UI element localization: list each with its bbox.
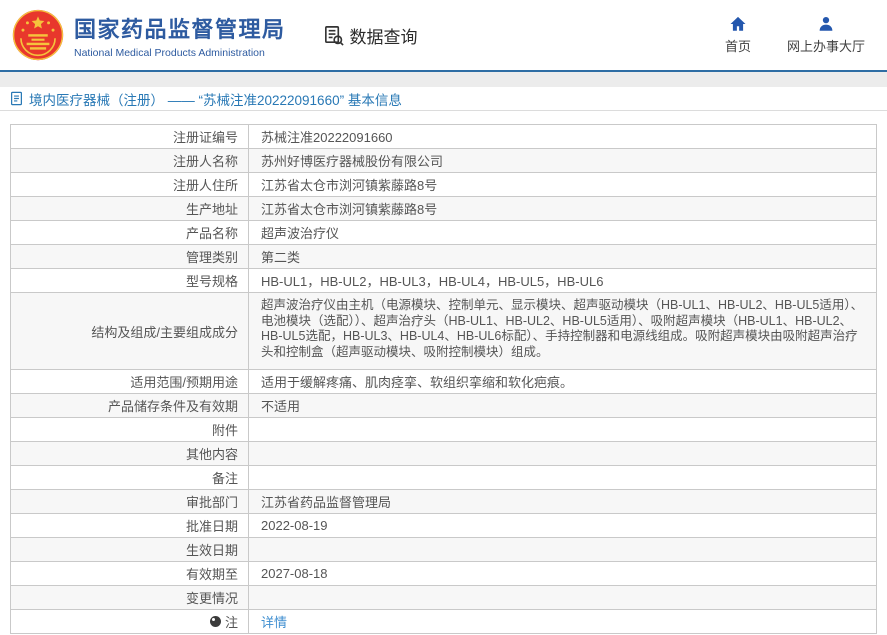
row-value: 江苏省药品监督管理局 [261,495,392,510]
table-row-management-class: 管理类别 第二类 [11,245,876,269]
table-row-composition: 结构及组成/主要组成成分 超声波治疗仪由主机（电源模块、控制单元、显示模块、超声… [11,293,876,370]
nav-service-hall[interactable]: 网上办事大厅 [787,15,865,55]
row-value: 2027-08-18 [261,566,328,581]
row-label: 附件 [11,418,249,441]
table-row-product-name: 产品名称 超声波治疗仪 [11,221,876,245]
row-label: 变更情况 [11,586,249,609]
row-value: 2022-08-19 [261,518,328,533]
row-value: 江苏省太仓市浏河镇紫藤路8号 [261,202,438,217]
row-label: 结构及组成/主要组成成分 [11,293,249,369]
row-label: 生产地址 [11,197,249,220]
data-query-icon [324,25,344,46]
row-label: 注册人名称 [11,149,249,172]
row-value [249,586,876,609]
site-subtitle: National Medical Products Administration [74,46,265,59]
table-row-intended-use: 适用范围/预期用途 适用于缓解疼痛、肌肉痉挛、软组织挛缩和软化疤痕。 [11,370,876,394]
nmpa-logo[interactable]: 国家药品监督管理局 National Medical Products Admi… [12,9,286,61]
user-icon [819,16,833,31]
table-row-effective-date: 生效日期 [11,538,876,562]
national-emblem-icon [12,9,64,61]
registration-detail-table: 注册证编号 苏械注准20222091660 注册人名称 苏州好博医疗器械股份有限… [10,124,877,634]
breadcrumb-text: 境内医疗器械（注册） —— “苏械注准20222091660” 基本信息 [29,92,402,108]
row-value [249,442,876,465]
table-row-registrant-address: 注册人住所 江苏省太仓市浏河镇紫藤路8号 [11,173,876,197]
row-label: 其他内容 [11,442,249,465]
table-row-model-spec: 型号规格 HB-UL1，HB-UL2，HB-UL3，HB-UL4，HB-UL5，… [11,269,876,293]
table-row-note: 注 详情 [11,610,876,634]
logo-title-block: 国家药品监督管理局 National Medical Products Admi… [74,12,286,59]
page-band [0,72,887,87]
site-header: 国家药品监督管理局 National Medical Products Admi… [0,0,887,72]
table-row-remarks: 备注 [11,466,876,490]
note-label: 注 [224,615,238,630]
row-value [249,466,876,489]
row-label: 生效日期 [11,538,249,561]
table-row-other-content: 其他内容 [11,442,876,466]
breadcrumb: 境内医疗器械（注册） —— “苏械注准20222091660” 基本信息 [0,87,887,111]
nav-home[interactable]: 首页 [725,15,751,55]
row-value [249,538,876,561]
row-label: 有效期至 [11,562,249,585]
data-query-label: 数据查询 [349,27,418,47]
row-value: 不适用 [261,399,301,414]
row-value [249,418,876,441]
table-row-storage-validity: 产品储存条件及有效期 不适用 [11,394,876,418]
detail-link[interactable]: 详情 [261,612,287,631]
table-row-attachments: 附件 [11,418,876,442]
row-label: 注 [11,610,249,633]
nav-service-hall-label: 网上办事大厅 [786,39,865,54]
row-value: 江苏省太仓市浏河镇紫藤路8号 [261,178,438,193]
row-value: 详情 [249,610,876,633]
row-label: 备注 [11,466,249,489]
row-label: 批准日期 [11,514,249,537]
row-value: 适用于缓解疼痛、肌肉痉挛、软组织挛缩和软化疤痕。 [261,375,574,390]
row-label: 审批部门 [11,490,249,513]
nav-home-label: 首页 [724,39,751,54]
table-row-approval-date: 批准日期 2022-08-19 [11,514,876,538]
row-label: 型号规格 [11,269,249,292]
data-query-section[interactable]: 数据查询 [322,23,418,48]
home-icon [730,16,746,31]
table-row-expiry-date: 有效期至 2027-08-18 [11,562,876,586]
table-row-approval-department: 审批部门 江苏省药品监督管理局 [11,490,876,514]
site-title: 国家药品监督管理局 [74,16,286,42]
table-row-production-address: 生产地址 江苏省太仓市浏河镇紫藤路8号 [11,197,876,221]
row-value: 苏械注准20222091660 [261,130,393,145]
table-row-registrant-name: 注册人名称 苏州好博医疗器械股份有限公司 [11,149,876,173]
row-value: HB-UL1，HB-UL2，HB-UL3，HB-UL4，HB-UL5，HB-UL… [261,274,604,289]
row-label: 管理类别 [11,245,249,268]
table-row-certificate-no: 注册证编号 苏械注准20222091660 [11,125,876,149]
row-label: 适用范围/预期用途 [11,370,249,393]
row-value: 苏州好博医疗器械股份有限公司 [261,154,444,169]
document-icon [11,91,22,106]
row-value: 超声波治疗仪由主机（电源模块、控制单元、显示模块、超声驱动模块（HB-UL1、H… [261,298,864,359]
row-value: 第二类 [261,250,301,265]
header-nav: 首页 网上办事大厅 [725,15,865,55]
row-label: 产品名称 [11,221,249,244]
row-label: 注册证编号 [11,125,249,148]
row-label: 注册人住所 [11,173,249,196]
row-label: 产品储存条件及有效期 [11,394,249,417]
row-value: 超声波治疗仪 [261,226,340,241]
note-icon [209,616,221,627]
table-row-change-status: 变更情况 [11,586,876,610]
